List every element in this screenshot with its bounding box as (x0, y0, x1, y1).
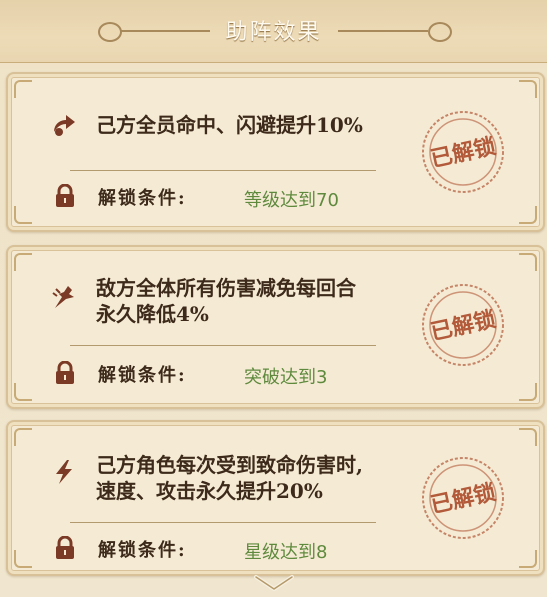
page-title: 助阵效果 (225, 20, 322, 45)
effect-card-3: 己方角色每次受到致命伤害时, 速度、攻击永久提升20% 解锁条件: 星级达到8 … (6, 420, 545, 576)
card-divider (70, 345, 376, 346)
unlocked-stamp: 已解锁 (422, 457, 504, 539)
lightning-icon (56, 460, 72, 484)
card-divider (70, 522, 376, 523)
lock-icon (56, 361, 74, 384)
unlock-condition-label: 解锁条件: (98, 188, 187, 209)
unlock-condition-value: 等级达到70 (244, 190, 339, 211)
lock-icon (56, 184, 74, 207)
unlocked-stamp: 已解锁 (422, 111, 504, 193)
effect-description: 己方全员命中、闪避提升10% (96, 113, 363, 137)
stamp-text: 已解锁 (428, 479, 498, 518)
unlocked-stamp: 已解锁 (422, 284, 504, 366)
unlock-condition-label: 解锁条件: (98, 365, 187, 386)
unlock-condition-value: 突破达到3 (244, 367, 328, 388)
panel: 助阵效果 己方全员命中、闪避提升10% 解锁条件: 等级达到70 已解锁 敌方全… (0, 0, 547, 597)
stamp-text: 已解锁 (428, 133, 498, 172)
lock-icon (56, 536, 74, 559)
unlock-condition-value: 星级达到8 (244, 542, 328, 563)
effect-description: 己方角色每次受到致命伤害时, 速度、攻击永久提升20% (96, 453, 363, 503)
effect-description: 敌方全体所有伤害减免每回合 永久降低4% (96, 276, 356, 326)
panel-header: 助阵效果 (0, 0, 547, 63)
unlock-condition-label: 解锁条件: (98, 540, 187, 561)
stamp-text: 已解锁 (428, 306, 498, 345)
card-divider (70, 170, 376, 171)
effect-card-1: 己方全员命中、闪避提升10% 解锁条件: 等级达到70 已解锁 (6, 72, 545, 232)
chevron-down-icon[interactable] (252, 573, 296, 595)
broken-sword-icon (52, 286, 74, 308)
aim-arrow-icon (54, 115, 75, 136)
effect-card-2: 敌方全体所有伤害减免每回合 永久降低4% 解锁条件: 突破达到3 已解锁 (6, 245, 545, 409)
